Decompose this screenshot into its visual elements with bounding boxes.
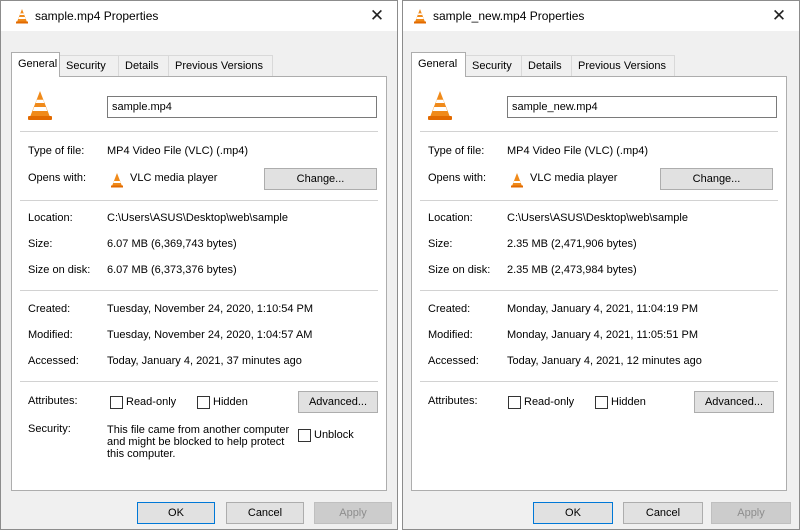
- tab-security[interactable]: Security: [465, 55, 522, 77]
- type-of-file-value: MP4 Video File (VLC) (.mp4): [107, 145, 249, 157]
- size-on-disk-label: Size on disk:: [28, 264, 91, 276]
- vlc-cone-icon: [111, 173, 123, 188]
- accessed-label: Accessed:: [428, 355, 479, 367]
- divider: [420, 200, 778, 201]
- size-on-disk-value: 6.07 MB (6,373,376 bytes): [107, 264, 237, 276]
- vlc-cone-icon: [428, 91, 452, 120]
- tab-previous-versions[interactable]: Previous Versions: [168, 55, 273, 77]
- title-bar[interactable]: sample_new.mp4 Properties ✕: [403, 1, 799, 31]
- properties-dialog-sample-new: sample_new.mp4 Properties ✕ General Secu…: [402, 0, 800, 530]
- properties-dialog-sample: sample.mp4 Properties ✕ General Security…: [0, 0, 398, 530]
- divider: [420, 290, 778, 291]
- filename-field[interactable]: sample_new.mp4: [507, 96, 777, 118]
- unblock-label[interactable]: Unblock: [314, 429, 354, 441]
- divider: [20, 290, 378, 291]
- modified-value: Tuesday, November 24, 2020, 1:04:57 AM: [107, 329, 313, 341]
- location-label: Location:: [28, 212, 73, 224]
- created-label: Created:: [428, 303, 471, 315]
- general-panel: sample_new.mp4 Type of file: MP4 Video F…: [411, 76, 787, 491]
- security-message: This file came from another computer and…: [107, 424, 290, 460]
- accessed-label: Accessed:: [28, 355, 79, 367]
- vlc-cone-icon: [16, 9, 28, 24]
- hidden-checkbox[interactable]: [595, 396, 608, 409]
- security-label: Security:: [28, 423, 71, 435]
- tab-security[interactable]: Security: [59, 55, 119, 77]
- location-value: C:\Users\ASUS\Desktop\web\sample: [507, 212, 688, 224]
- vlc-cone-icon: [28, 91, 52, 120]
- divider: [20, 131, 378, 132]
- dialog-footer: OK Cancel Apply: [1, 493, 397, 531]
- accessed-value: Today, January 4, 2021, 37 minutes ago: [107, 355, 302, 367]
- desktop: sample.mp4 Properties ✕ General Security…: [0, 0, 800, 530]
- tab-details[interactable]: Details: [118, 55, 169, 77]
- size-label: Size:: [28, 238, 53, 250]
- modified-label: Modified:: [28, 329, 73, 341]
- divider: [420, 381, 778, 382]
- change-button[interactable]: Change...: [660, 168, 773, 190]
- apply-button[interactable]: Apply: [711, 502, 791, 524]
- dialog-title: sample.mp4 Properties: [35, 9, 159, 23]
- size-label: Size:: [428, 238, 453, 250]
- vlc-cone-icon: [414, 9, 426, 24]
- close-button[interactable]: ✕: [357, 1, 397, 31]
- tab-general[interactable]: General: [411, 52, 466, 77]
- hidden-label[interactable]: Hidden: [611, 396, 646, 408]
- unblock-checkbox[interactable]: [298, 429, 311, 442]
- cancel-button[interactable]: Cancel: [226, 502, 304, 524]
- title-bar[interactable]: sample.mp4 Properties ✕: [1, 1, 397, 31]
- divider: [20, 381, 378, 382]
- size-on-disk-value: 2.35 MB (2,473,984 bytes): [507, 264, 637, 276]
- opens-with-label: Opens with:: [428, 172, 487, 184]
- advanced-button[interactable]: Advanced...: [694, 391, 774, 413]
- hidden-label[interactable]: Hidden: [213, 396, 248, 408]
- size-on-disk-label: Size on disk:: [428, 264, 491, 276]
- read-only-label[interactable]: Read-only: [524, 396, 574, 408]
- tab-bar: General Security Details Previous Versio…: [411, 52, 789, 77]
- ok-button[interactable]: OK: [533, 502, 613, 524]
- apply-button[interactable]: Apply: [314, 502, 392, 524]
- close-icon: ✕: [771, 6, 787, 25]
- dialog-title: sample_new.mp4 Properties: [433, 9, 585, 23]
- location-label: Location:: [428, 212, 473, 224]
- hidden-checkbox[interactable]: [197, 396, 210, 409]
- vlc-cone-icon: [511, 173, 523, 188]
- tab-previous-versions[interactable]: Previous Versions: [571, 55, 675, 77]
- divider: [20, 200, 378, 201]
- opens-with-app: VLC media player: [130, 172, 218, 184]
- tab-general[interactable]: General: [11, 52, 60, 77]
- accessed-value: Today, January 4, 2021, 12 minutes ago: [507, 355, 702, 367]
- location-value: C:\Users\ASUS\Desktop\web\sample: [107, 212, 288, 224]
- type-of-file-value: MP4 Video File (VLC) (.mp4): [507, 145, 649, 157]
- change-button[interactable]: Change...: [264, 168, 377, 190]
- tab-details[interactable]: Details: [521, 55, 572, 77]
- tab-bar: General Security Details Previous Versio…: [11, 52, 387, 77]
- modified-value: Monday, January 4, 2021, 11:05:51 PM: [507, 329, 698, 341]
- advanced-button[interactable]: Advanced...: [298, 391, 378, 413]
- read-only-checkbox[interactable]: [508, 396, 521, 409]
- ok-button[interactable]: OK: [137, 502, 215, 524]
- read-only-checkbox[interactable]: [110, 396, 123, 409]
- attributes-label: Attributes:: [28, 395, 78, 407]
- type-of-file-label: Type of file:: [428, 145, 485, 157]
- close-button[interactable]: ✕: [759, 1, 799, 31]
- close-icon: ✕: [369, 6, 385, 25]
- attributes-label: Attributes:: [428, 395, 478, 407]
- created-value: Monday, January 4, 2021, 11:04:19 PM: [507, 303, 698, 315]
- dialog-footer: OK Cancel Apply: [403, 493, 799, 531]
- opens-with-label: Opens with:: [28, 172, 87, 184]
- size-value: 6.07 MB (6,369,743 bytes): [107, 238, 237, 250]
- read-only-label[interactable]: Read-only: [126, 396, 176, 408]
- opens-with-app: VLC media player: [530, 172, 618, 184]
- modified-label: Modified:: [428, 329, 473, 341]
- general-panel: sample.mp4 Type of file: MP4 Video File …: [11, 76, 387, 491]
- divider: [420, 131, 778, 132]
- created-value: Tuesday, November 24, 2020, 1:10:54 PM: [107, 303, 314, 315]
- size-value: 2.35 MB (2,471,906 bytes): [507, 238, 637, 250]
- created-label: Created:: [28, 303, 71, 315]
- cancel-button[interactable]: Cancel: [623, 502, 703, 524]
- filename-field[interactable]: sample.mp4: [107, 96, 377, 118]
- type-of-file-label: Type of file:: [28, 145, 85, 157]
